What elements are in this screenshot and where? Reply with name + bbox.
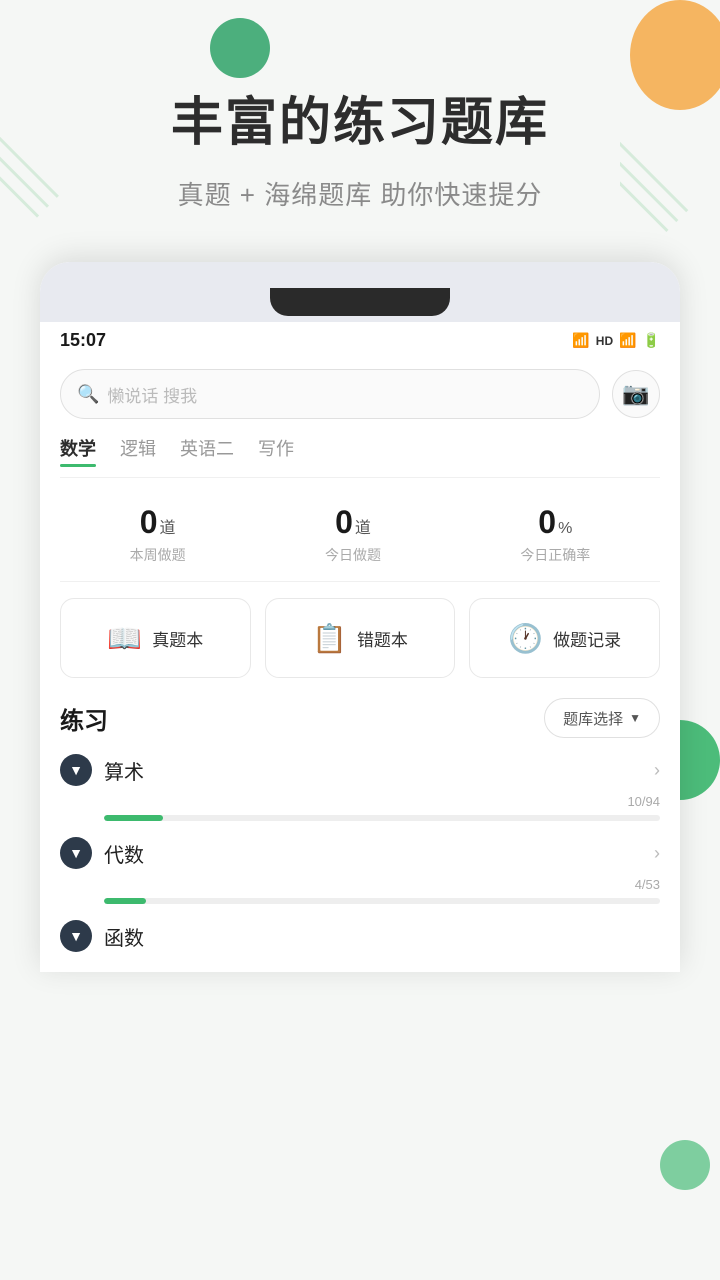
stat-daily-label: 今日做题 <box>325 545 381 565</box>
hero-title: 丰富的练习题库 <box>40 80 680 155</box>
history-icon: 🕐 <box>508 622 543 655</box>
chevron-down-icon: ▼ <box>629 711 641 725</box>
bg-circle-green-top <box>210 18 270 78</box>
arithmetic-progress-text: 10/94 <box>104 794 660 809</box>
status-bar: 15:07 📶 HD 📶 🔋 <box>40 322 680 359</box>
category-arithmetic-name: 算术 <box>104 756 144 785</box>
category-functions-partial[interactable]: ▼ 函数 <box>60 920 660 962</box>
action-buttons: 📖 真题本 📋 错题本 🕐 做题记录 <box>60 598 660 678</box>
signal-icon: 📶 <box>619 332 636 349</box>
stat-weekly-label: 本周做题 <box>130 545 186 565</box>
bg-circle-green-bottom-right <box>660 1140 710 1190</box>
stat-accuracy-number: 0 <box>538 504 556 541</box>
category-algebra-name: 代数 <box>104 839 144 868</box>
stat-daily-number: 0 <box>335 504 353 541</box>
tab-math[interactable]: 数学 <box>60 435 96 467</box>
stat-accuracy-unit: % <box>558 520 572 538</box>
category-arithmetic-arrow: › <box>654 760 660 781</box>
algebra-progress-text: 4/53 <box>104 877 660 892</box>
bg-diagonal-lines-right <box>620 120 700 270</box>
history-label: 做题记录 <box>553 626 621 651</box>
search-placeholder-text: 懒说话 搜我 <box>107 382 197 407</box>
phone-top-bar <box>40 262 680 322</box>
tab-writing[interactable]: 写作 <box>258 435 294 467</box>
category-algebra-arrow: › <box>654 843 660 864</box>
real-exam-button[interactable]: 📖 真题本 <box>60 598 251 678</box>
category-functions-icon: ▼ <box>60 920 92 952</box>
real-exam-icon: 📖 <box>107 622 142 655</box>
category-algebra-left: ▼ 代数 <box>60 837 144 869</box>
wifi-icon: 📶 <box>572 332 589 349</box>
history-button[interactable]: 🕐 做题记录 <box>469 598 660 678</box>
search-icon: 🔍 <box>77 384 99 405</box>
phone-mockup: 15:07 📶 HD 📶 🔋 🔍 懒说话 搜我 📷 数学 逻辑 <box>40 262 680 972</box>
arithmetic-progress-bar-fill <box>104 815 163 821</box>
status-icons: 📶 HD 📶 🔋 <box>572 332 660 349</box>
status-time: 15:07 <box>60 330 106 351</box>
app-content: 🔍 懒说话 搜我 📷 数学 逻辑 英语二 写作 <box>40 359 680 972</box>
category-algebra-header[interactable]: ▼ 代数 › <box>60 837 660 869</box>
algebra-progress-bar-bg <box>104 898 660 904</box>
tab-english[interactable]: 英语二 <box>180 435 234 467</box>
category-algebra: ▼ 代数 › 4/53 <box>60 837 660 904</box>
practice-title: 练习 <box>60 701 108 736</box>
bg-circle-orange-top <box>630 0 720 110</box>
hero-section: 丰富的练习题库 真题 + 海绵题库 助你快速提分 <box>0 0 720 232</box>
bank-select-label: 题库选择 <box>563 708 623 729</box>
battery-icon: 🔋 <box>643 332 660 349</box>
category-arithmetic-left: ▼ 算术 <box>60 754 144 786</box>
stat-weekly-unit: 道 <box>160 514 176 538</box>
category-arithmetic-icon: ▼ <box>60 754 92 786</box>
real-exam-label: 真题本 <box>152 626 203 651</box>
stat-accuracy: 0 % 今日正确率 <box>520 504 590 565</box>
stats-divider-top <box>60 477 660 478</box>
wrong-questions-label: 错题本 <box>357 626 408 651</box>
bg-diagonal-lines-left <box>0 60 100 260</box>
stat-daily-unit: 道 <box>355 514 371 538</box>
wrong-questions-icon: 📋 <box>312 622 347 655</box>
stats-divider-bottom <box>60 581 660 582</box>
practice-header: 练习 题库选择 ▼ <box>60 698 660 738</box>
camera-button[interactable]: 📷 <box>612 370 660 418</box>
category-algebra-icon: ▼ <box>60 837 92 869</box>
category-functions-name: 函数 <box>104 922 144 951</box>
stat-daily: 0 道 今日做题 <box>325 504 381 565</box>
arithmetic-progress-bar-bg <box>104 815 660 821</box>
phone-notch <box>270 288 450 316</box>
bank-select-button[interactable]: 题库选择 ▼ <box>544 698 660 738</box>
hero-subtitle: 真题 + 海绵题库 助你快速提分 <box>40 175 680 212</box>
category-arithmetic-header[interactable]: ▼ 算术 › <box>60 754 660 786</box>
stats-row: 0 道 本周做题 0 道 今日做题 0 % 今日正确率 <box>60 488 660 573</box>
category-arithmetic: ▼ 算术 › 10/94 <box>60 754 660 821</box>
wrong-questions-button[interactable]: 📋 错题本 <box>265 598 456 678</box>
hd-icon: HD <box>596 334 613 348</box>
stat-weekly: 0 道 本周做题 <box>130 504 186 565</box>
algebra-progress-bar-fill <box>104 898 146 904</box>
tab-logic[interactable]: 逻辑 <box>120 435 156 467</box>
stat-accuracy-label: 今日正确率 <box>520 545 590 565</box>
category-algebra-progress: 4/53 <box>60 877 660 904</box>
category-arithmetic-progress: 10/94 <box>60 794 660 821</box>
bg-circle-green-mid-right <box>678 720 720 800</box>
camera-icon: 📷 <box>622 381 649 407</box>
tabs-row: 数学 逻辑 英语二 写作 <box>60 435 660 467</box>
stat-weekly-number: 0 <box>140 504 158 541</box>
search-bar[interactable]: 🔍 懒说话 搜我 <box>60 369 600 419</box>
search-row: 🔍 懒说话 搜我 📷 <box>60 369 660 419</box>
